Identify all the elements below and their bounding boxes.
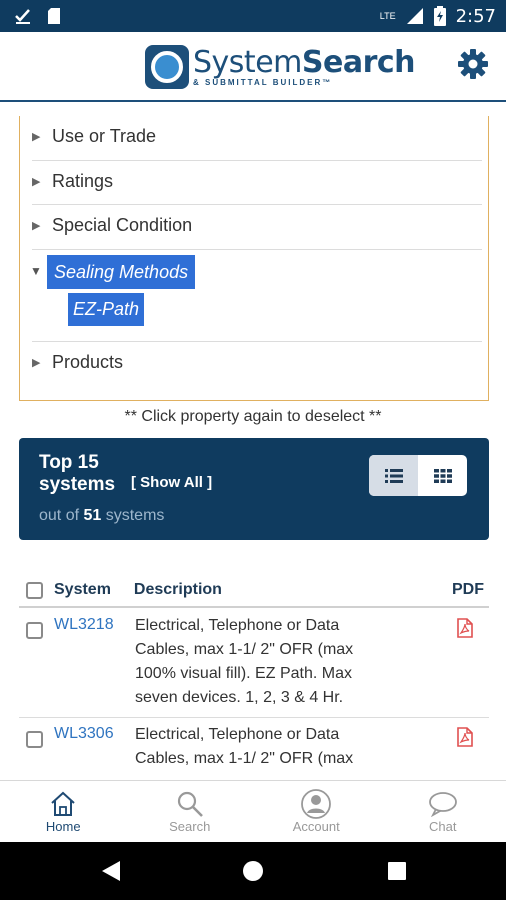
nav-label: Home xyxy=(45,819,81,834)
deselect-hint: ** Click property again to deselect ** xyxy=(124,408,382,425)
account-icon xyxy=(301,789,332,819)
home-circle-icon[interactable] xyxy=(242,860,264,882)
status-bar: LTE 2:57 xyxy=(0,0,506,32)
filter-label: Products xyxy=(52,352,124,372)
pdf-icon[interactable] xyxy=(457,618,473,638)
filter-sealing-methods[interactable]: Sealing Methods xyxy=(47,255,196,289)
filter-special-condition[interactable]: ▶ Special Condition xyxy=(32,215,482,236)
system-code-link[interactable]: WL3306 xyxy=(54,725,114,743)
list-view-icon xyxy=(384,468,403,483)
total-count: 51 xyxy=(83,507,102,524)
row-checkbox[interactable] xyxy=(26,731,43,748)
logo-mark-icon xyxy=(145,45,189,89)
sd-card-icon xyxy=(48,8,60,24)
row-checkbox[interactable] xyxy=(26,622,43,639)
table-row: WL3306 Electrical, Telephone or Data Cab… xyxy=(19,719,489,780)
expand-arrow-icon: ▶ xyxy=(32,131,41,143)
show-all-link[interactable]: [ Show All ] xyxy=(131,474,212,491)
filter-ratings[interactable]: ▶ Ratings xyxy=(32,171,482,192)
filter-products[interactable]: ▶ Products xyxy=(32,352,482,373)
chat-icon xyxy=(428,792,457,817)
column-header-system: System xyxy=(54,581,111,598)
expand-arrow-icon: ▶ xyxy=(32,176,41,188)
nav-account[interactable]: Account xyxy=(253,781,380,842)
table-row: WL3218 Electrical, Telephone or Data Cab… xyxy=(19,610,489,718)
grid-view-button[interactable] xyxy=(418,455,467,496)
filter-label: Special Condition xyxy=(52,215,193,235)
expand-arrow-icon: ▶ xyxy=(32,357,41,369)
download-done-icon xyxy=(15,9,30,24)
pdf-icon[interactable] xyxy=(457,727,473,747)
list-view-button[interactable] xyxy=(369,455,418,496)
systems-summary-card: Top 15 systems [ Show All ] out of 51 sy… xyxy=(19,438,489,540)
clock: 2:57 xyxy=(455,5,496,27)
android-nav-bar xyxy=(0,842,506,900)
system-description: Electrical, Telephone or Data Cables, ma… xyxy=(135,617,354,706)
back-icon[interactable] xyxy=(101,860,121,882)
select-all-checkbox[interactable] xyxy=(26,581,43,599)
system-description: Electrical, Telephone or Data Cables, ma… xyxy=(135,726,354,767)
divider xyxy=(32,160,482,161)
column-header-pdf: PDF xyxy=(452,581,484,598)
filter-use-or-trade[interactable]: ▶ Use or Trade xyxy=(32,126,482,147)
logo-tm: ™ xyxy=(322,77,333,87)
top-count-label: Top 15 xyxy=(39,452,99,473)
total-systems-text: out of 51 systems xyxy=(39,507,164,525)
out-of-prefix: out of xyxy=(39,507,80,524)
logo-system-text: System xyxy=(193,44,302,80)
column-header-description: Description xyxy=(133,581,222,598)
filter-option-ez-path[interactable]: EZ-Path xyxy=(68,293,145,326)
filter-label: Ratings xyxy=(52,171,114,191)
filter-panel: ▶ Use or Trade ▶ Ratings ▶ Special Condi… xyxy=(19,116,489,401)
app-header: SystemSearch & SUBMITTAL BUILDER™ xyxy=(0,32,506,102)
divider xyxy=(32,204,482,205)
nav-home[interactable]: Home xyxy=(0,781,127,842)
bottom-nav: Home Search Account Chat xyxy=(0,780,506,842)
systems-label: systems xyxy=(39,474,116,495)
expand-arrow-icon: ▶ xyxy=(32,220,41,232)
nav-chat[interactable]: Chat xyxy=(380,781,506,842)
nav-label: Account xyxy=(292,819,340,834)
collapse-arrow-icon: ▼ xyxy=(30,264,42,278)
app-logo[interactable]: SystemSearch & SUBMITTAL BUILDER™ xyxy=(145,44,416,89)
table-header: System Description PDF xyxy=(19,574,489,608)
grid-view-icon xyxy=(433,468,452,483)
gear-icon[interactable] xyxy=(457,48,489,80)
filter-label: Use or Trade xyxy=(52,126,157,146)
nav-label: Chat xyxy=(429,819,457,834)
battery-charging-icon xyxy=(433,6,446,26)
recents-icon[interactable] xyxy=(387,861,407,881)
logo-subtitle: & SUBMITTAL BUILDER xyxy=(193,77,323,87)
divider xyxy=(32,249,482,250)
out-of-suffix: systems xyxy=(105,507,165,524)
view-toggle xyxy=(369,455,467,496)
nav-label: Search xyxy=(169,819,211,834)
home-icon xyxy=(51,791,75,816)
signal-icon xyxy=(406,8,423,24)
search-icon xyxy=(177,791,203,817)
system-code-link[interactable]: WL3218 xyxy=(54,616,114,634)
network-type-label: LTE xyxy=(379,11,396,21)
nav-search[interactable]: Search xyxy=(127,781,254,842)
logo-search-text: Search xyxy=(301,44,416,80)
divider xyxy=(32,341,482,342)
